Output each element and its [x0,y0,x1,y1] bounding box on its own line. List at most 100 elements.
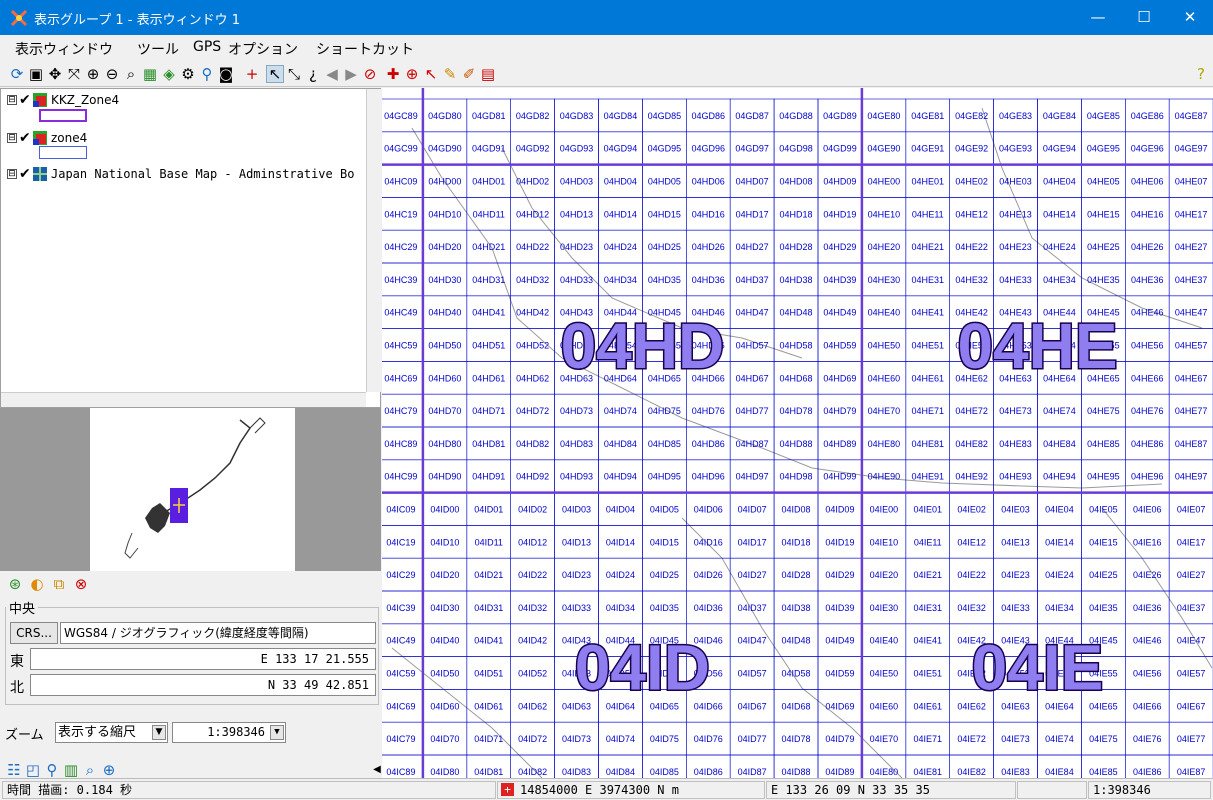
grid-cell-label: 04IE85 [1089,767,1118,777]
zoom-in-icon[interactable]: ⊕ [84,65,102,83]
layer-item-kkz-zone4[interactable]: ⊟ ✔ KKZ_Zone4 [7,91,119,109]
zoom-scale-select[interactable]: 1:398346 ▼ [172,722,286,743]
camera-icon[interactable]: ◙ [217,65,235,83]
maximize-button[interactable]: ☐ [1121,0,1167,35]
refresh-icon[interactable]: ⟳ [8,65,26,83]
east-field[interactable]: E 133 17 21.555 [30,648,376,670]
back-icon[interactable]: ◀ [323,65,341,83]
close-button[interactable]: ✕ [1167,0,1213,35]
select-icon[interactable]: ↖ [266,65,284,83]
checkbox-icon[interactable]: ✔ [19,166,32,182]
grid-layer-icon[interactable]: ▦ [141,65,159,83]
list-icon[interactable]: ☷ [5,761,23,779]
layer-list-panel: ⊟ ✔ KKZ_Zone4 ⊟ ✔ zone4 ⊟ ✔ Japan Nation… [0,88,381,408]
grid-cell-label: 04IE75 [1089,734,1118,744]
folder-icon[interactable]: ◐ [28,575,46,593]
chevron-down-icon[interactable]: ▼ [270,725,284,740]
menu-shortcuts[interactable]: ショートカット [316,39,414,59]
map-canvas[interactable]: 04GC89 04GD80 04GD81 04GD82 04GD83 04GD84 04GD… [382,88,1213,778]
sheet-label: 04HD [561,310,725,382]
grid-cell-label: 04GE80 [867,111,900,121]
grid-cell-label: 04HD25 [648,242,681,252]
grid-cell-label: 04GD98 [779,144,813,154]
grid-cell-label: 04HD89 [823,439,856,449]
forward-icon[interactable]: ▶ [342,65,360,83]
settings-icon[interactable]: ⚙ [179,65,197,83]
pointer-icon[interactable]: ↖ [422,65,440,83]
full-extent-icon[interactable]: ▣ [27,65,45,83]
magnifier-icon[interactable]: ⚲ [43,761,61,779]
collapse-icon[interactable]: ⊟ [7,95,17,105]
grid-cell-label: 04GE92 [955,144,988,154]
search-icon[interactable]: ⚲ [198,65,216,83]
grid-cell-label: 04IE77 [1177,734,1206,744]
layer-item-zone4[interactable]: ⊟ ✔ zone4 [7,129,87,147]
zoom-out-icon[interactable]: ⊖ [103,65,121,83]
add-layer-icon[interactable]: + [243,65,261,83]
east-label: 東 [10,654,24,670]
crosshair-icon[interactable]: ✚ [384,65,402,83]
grid-cell-label: 04ID35 [650,603,679,613]
menu-options[interactable]: オプション [228,39,298,59]
grid-cell-label: 04HD19 [823,209,856,219]
title-bar: 表示グループ 1 - 表示ウィンドウ 1 — ☐ ✕ [0,0,1213,35]
window-icon[interactable]: ◰ [24,761,42,779]
grid-cell-label: 04ID16 [694,537,723,547]
grid-cell-label: 04ID10 [430,537,459,547]
checkbox-icon[interactable]: ✔ [19,92,32,108]
layer-list-vertical-scrollbar[interactable] [366,89,381,392]
pan-icon[interactable]: ✥ [46,65,64,83]
grid-cell-label: 04HD15 [648,209,681,219]
layer-manager-icon[interactable]: ◈ [160,65,178,83]
grid-cell-label: 04HE97 [1175,472,1208,482]
zoom-mode-select[interactable]: 表示する縮尺 ▼ [55,722,168,743]
menu-display-window[interactable]: 表示ウィンドウ [15,39,113,59]
open-folder-icon[interactable]: ⧉ [50,575,68,593]
map-view[interactable]: 04GC89 04GD80 04GD81 04GD82 04GD83 04GD84 04GD… [382,88,1213,778]
remove-icon[interactable]: ⊗ [72,575,90,593]
crs-button[interactable]: CRS... [10,622,58,644]
collapse-icon[interactable]: ⊟ [7,133,17,143]
cancel-icon[interactable]: ⊘ [361,65,379,83]
overview-map[interactable] [0,408,381,571]
layer-item-japan-base-map[interactable]: ⊟ ✔ Japan National Base Map - Adminstrat… [7,165,354,183]
layer-style-swatch[interactable] [39,109,87,122]
menu-tools[interactable]: ツール [137,39,179,59]
navigate-icon[interactable]: ⊛ [6,575,24,593]
checkbox-icon[interactable]: ✔ [19,130,32,146]
crosshair-icon[interactable]: + [501,783,514,796]
query-icon[interactable]: ¿ [304,65,322,83]
north-field[interactable]: N 33 49 42.851 [30,674,376,696]
zoom-extent-icon[interactable]: ⤧ [65,65,83,83]
zoom-box-icon[interactable]: ⌕ [122,65,140,83]
grid-cell-label: 04ID01 [474,505,503,515]
grid-cell-label: 04HE07 [1175,177,1208,187]
zoom-layer-in-icon[interactable]: ⊕ [100,761,118,779]
layer-style-swatch[interactable] [39,146,87,159]
grid-cell-label: 04ID05 [650,505,679,515]
grid-cell-label: 04HE50 [868,341,901,351]
grid-cell-label: 04IE21 [913,570,942,580]
grid-cell-label: 04ID14 [606,537,635,547]
chart-icon[interactable]: ▥ [62,761,80,779]
grid-cell-label: 04GD97 [735,144,769,154]
grid-cell-label: 04IE22 [957,570,986,580]
zoom-layer-icon[interactable]: ⌕ [81,761,99,779]
zoom-red-icon[interactable]: ⊕ [403,65,421,83]
grid-cell-label: 04ID87 [738,767,767,777]
minimize-button[interactable]: — [1075,0,1121,35]
chevron-down-icon[interactable]: ▼ [152,725,166,740]
layer-list-horizontal-scrollbar[interactable] [1,392,366,407]
grid-cell-label: 04HD70 [428,406,461,416]
menu-gps[interactable]: GPS [193,39,221,55]
overview-map-canvas[interactable] [90,408,295,571]
grid-cell-label: 04HE92 [955,472,988,482]
zoom-mode-value: 表示する縮尺 [58,725,137,740]
export-icon[interactable]: ▤ [479,65,497,83]
pencil-icon[interactable]: ✎ [441,65,459,83]
help-icon[interactable]: ? [1192,65,1210,83]
measure-icon[interactable]: ⤡ [285,65,303,83]
collapse-icon[interactable]: ⊟ [7,169,17,179]
grid-cell-label: 04IE27 [1177,570,1206,580]
edit-icon[interactable]: ✐ [460,65,478,83]
